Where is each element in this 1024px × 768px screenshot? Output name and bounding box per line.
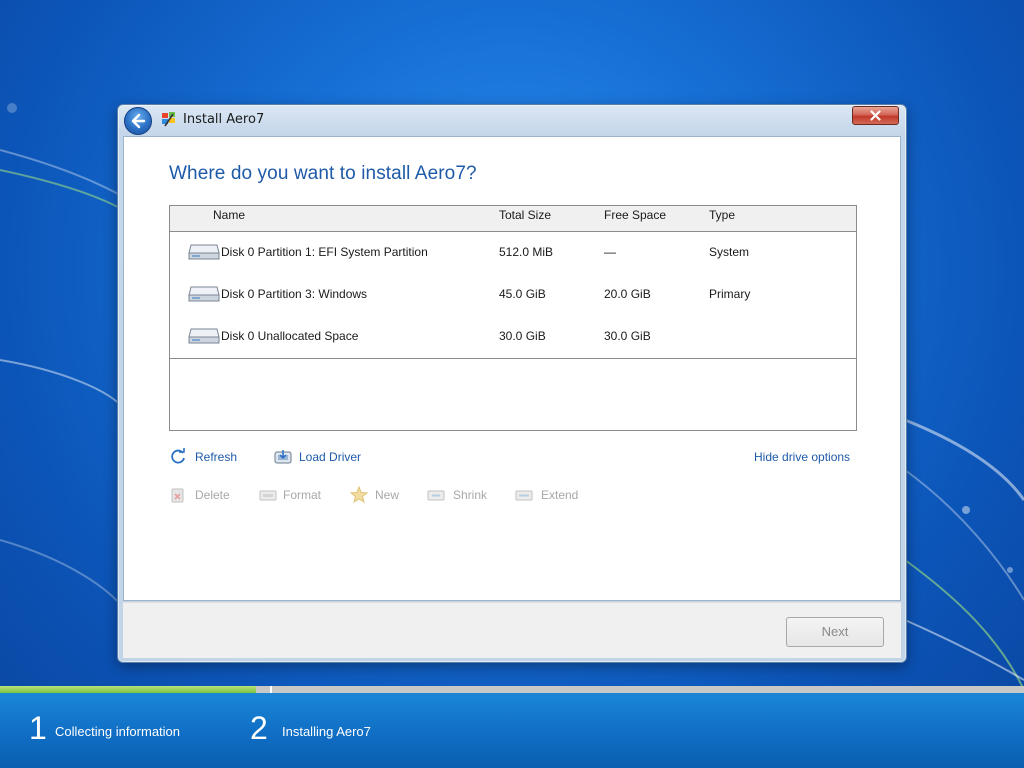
extend-label: Extend	[541, 488, 579, 502]
delete-label: Delete	[195, 488, 230, 502]
load-driver-icon	[274, 450, 292, 464]
hide-drive-options-label: Hide drive options	[754, 450, 851, 464]
extend-icon	[515, 490, 533, 501]
step-label: Collecting information	[55, 724, 181, 739]
row-type: System	[709, 245, 750, 259]
hard-drive-icon	[188, 328, 220, 344]
shrink-button[interactable]: Shrink	[427, 486, 497, 506]
refresh-icon	[171, 448, 185, 464]
table-row[interactable]: Disk 0 Partition 1: EFI System Partition…	[170, 232, 856, 274]
table-header: Name Total Size Free Space Type	[170, 206, 856, 232]
row-free-space: 20.0 GiB	[604, 287, 651, 301]
column-header-type[interactable]: Type	[709, 208, 735, 222]
installer-window: Install Aero7 Where do you want to insta…	[117, 104, 907, 663]
title-bar: Install Aero7	[118, 105, 906, 136]
hard-drive-icon	[188, 286, 220, 302]
window-title: Install Aero7	[183, 112, 265, 127]
format-icon	[259, 490, 277, 501]
load-driver-label: Load Driver	[299, 450, 362, 464]
delete-button[interactable]: Delete	[169, 486, 239, 506]
step-number: 1	[29, 710, 47, 746]
refresh-button[interactable]: Refresh	[169, 448, 249, 468]
shrink-label: Shrink	[453, 488, 488, 502]
table-row[interactable]: Disk 0 Unallocated Space 30.0 GiB 30.0 G…	[170, 316, 856, 358]
window-footer: Next	[123, 602, 901, 658]
format-label: Format	[283, 488, 322, 502]
refresh-label: Refresh	[195, 450, 238, 464]
column-header-name[interactable]: Name	[213, 208, 245, 222]
row-total-size: 45.0 GiB	[499, 287, 546, 301]
setup-progress-fill	[0, 686, 256, 693]
hard-drive-icon	[188, 244, 220, 260]
delete-icon	[171, 488, 184, 503]
row-type: Primary	[709, 287, 751, 301]
step-label: Installing Aero7	[282, 724, 371, 739]
page-heading: Where do you want to install Aero7?	[169, 163, 477, 184]
table-row[interactable]: Disk 0 Partition 3: Windows 45.0 GiB 20.…	[170, 274, 856, 316]
progress-step-divider	[270, 686, 272, 693]
setup-progress-bar	[0, 686, 1024, 693]
back-arrow-icon[interactable]	[124, 107, 152, 135]
load-driver-button[interactable]: Load Driver	[274, 448, 374, 468]
row-total-size: 512.0 MiB	[499, 245, 554, 259]
hide-drive-options-link[interactable]: Hide drive options	[754, 448, 858, 468]
row-total-size: 30.0 GiB	[499, 329, 546, 343]
new-partition-button[interactable]: New	[350, 486, 410, 506]
row-free-space: 30.0 GiB	[604, 329, 651, 343]
content-panel: Where do you want to install Aero7? Name…	[123, 136, 901, 601]
partition-table: Name Total Size Free Space Type Disk 0 P…	[169, 205, 857, 431]
step-number: 2	[250, 710, 268, 746]
format-button[interactable]: Format	[259, 486, 334, 506]
close-icon[interactable]	[852, 106, 899, 125]
shrink-icon	[427, 490, 445, 501]
star-icon	[350, 486, 368, 504]
new-label: New	[375, 488, 400, 502]
column-header-total-size[interactable]: Total Size	[499, 208, 551, 222]
column-header-free-space[interactable]: Free Space	[604, 208, 666, 222]
extend-button[interactable]: Extend	[515, 486, 585, 506]
next-button[interactable]: Next	[786, 617, 884, 647]
setup-steps-bar: 1 Collecting information 2 Installing Ae…	[0, 693, 1024, 768]
aero7-logo-icon	[162, 112, 175, 127]
row-free-space: —	[604, 245, 616, 259]
table-body: Disk 0 Partition 1: EFI System Partition…	[170, 232, 856, 358]
table-empty-area	[170, 358, 856, 430]
row-name: Disk 0 Partition 1: EFI System Partition	[221, 245, 428, 259]
row-name: Disk 0 Unallocated Space	[221, 329, 359, 343]
row-name: Disk 0 Partition 3: Windows	[221, 287, 368, 301]
